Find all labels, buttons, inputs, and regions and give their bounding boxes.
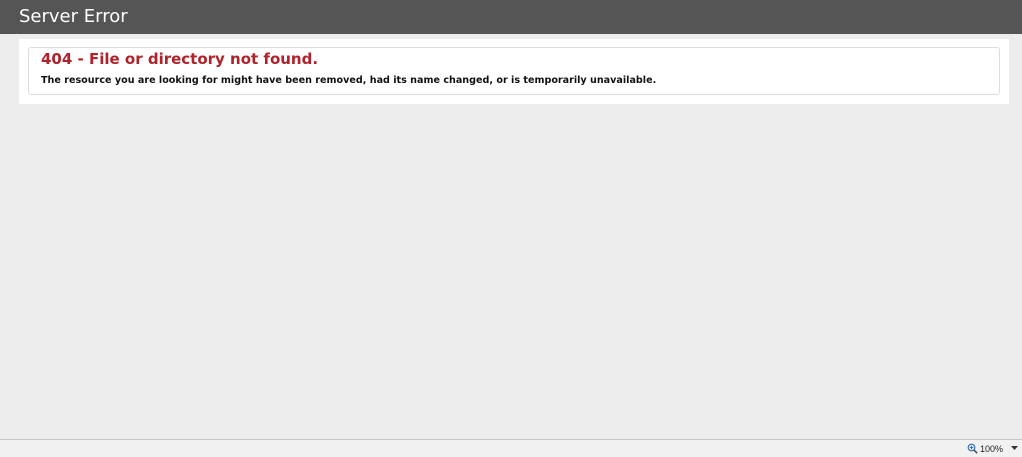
error-heading: 404 - File or directory not found. [41, 50, 319, 68]
error-box: 404 - File or directory not found. The r… [28, 47, 1000, 95]
content-panel: 404 - File or directory not found. The r… [19, 39, 1009, 104]
chevron-down-icon[interactable] [1011, 446, 1018, 451]
browser-page: Server Error 404 - File or directory not… [0, 0, 1022, 457]
status-bar: 100% [0, 439, 1022, 457]
header-bar: Server Error [0, 0, 1022, 34]
zoom-in-icon [967, 443, 978, 454]
zoom-control[interactable]: 100% [967, 441, 1018, 456]
page-title: Server Error [19, 6, 128, 27]
zoom-level: 100% [979, 443, 1003, 454]
error-message: The resource you are looking for might h… [41, 75, 657, 86]
